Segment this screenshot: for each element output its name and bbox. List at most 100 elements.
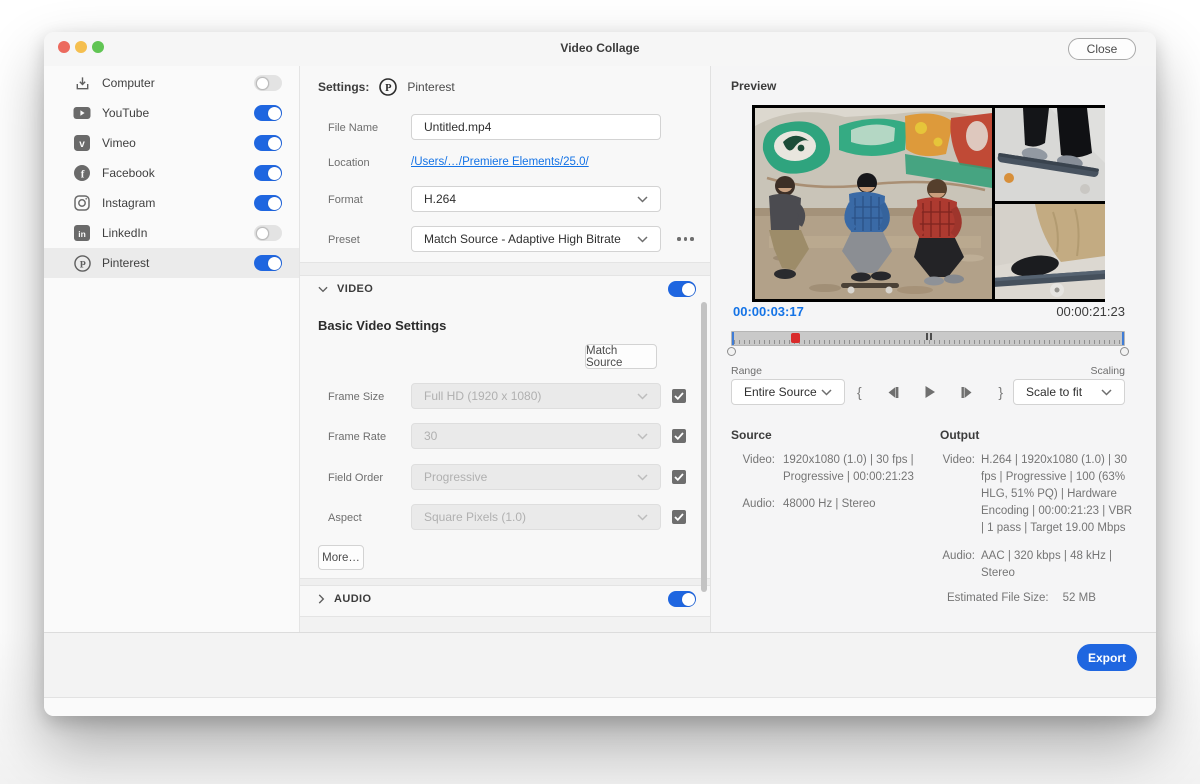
svg-text:v: v (79, 139, 85, 150)
frame-rate-select: 30 (411, 423, 661, 449)
step-back-button[interactable] (885, 386, 900, 399)
export-button[interactable]: Export (1077, 644, 1137, 671)
sidebar-item-pinterest[interactable]: P Pinterest (44, 248, 299, 278)
location-link[interactable]: /Users/…/Premiere Elements/25.0/ (411, 156, 589, 168)
output-video-label: Video: (940, 452, 975, 537)
frame-size-value: Full HD (1920 x 1080) (424, 389, 541, 403)
vimeo-toggle[interactable] (254, 135, 282, 151)
collage-cell-top-right (995, 108, 1105, 201)
scaling-select[interactable]: Scale to fit (1013, 379, 1125, 405)
step-forward-button[interactable] (960, 386, 975, 399)
video-section-header[interactable]: VIDEO (318, 276, 373, 302)
sidebar-item-label: Computer (102, 76, 155, 90)
preset-select[interactable]: Match Source - Adaptive High Bitrate (411, 226, 661, 252)
sidebar-item-instagram[interactable]: Instagram (44, 188, 299, 218)
sidebar-item-facebook[interactable]: f Facebook (44, 158, 299, 188)
output-audio-label: Audio: (940, 548, 975, 582)
settings-scrollbar[interactable] (701, 302, 707, 592)
preview-collage (752, 105, 1105, 302)
video-collage-window: Video Collage Close Computer YouTube (44, 32, 1156, 716)
linkedin-toggle[interactable] (254, 225, 282, 241)
instagram-icon (73, 194, 91, 212)
facebook-icon: f (73, 164, 91, 182)
scaling-label: Scaling (1091, 365, 1125, 377)
pinterest-toggle[interactable] (254, 255, 282, 271)
more-button[interactable]: More… (318, 545, 364, 570)
instagram-toggle[interactable] (254, 195, 282, 211)
preview-panel: Preview (711, 66, 1156, 632)
sidebar-item-youtube[interactable]: YouTube (44, 98, 299, 128)
aspect-checkbox[interactable] (672, 510, 686, 524)
source-heading: Source (731, 428, 772, 442)
range-handle-right[interactable] (1120, 347, 1129, 356)
close-button[interactable]: Close (1068, 38, 1136, 60)
source-info: Video: 1920x1080 (1.0) | 30 fps | Progre… (731, 452, 933, 486)
preview-heading: Preview (731, 79, 776, 93)
pinterest-icon: P (73, 254, 91, 272)
svg-text:P: P (79, 259, 85, 270)
window-bottom-strip (44, 697, 1156, 716)
sidebar-item-linkedin[interactable]: in LinkedIn (44, 218, 299, 248)
estimated-file-size-label: Estimated File Size: (947, 592, 1049, 604)
output-audio-info: Audio: AAC | 320 kbps | 48 kHz | Stereo (940, 548, 1137, 582)
mark-in-button[interactable]: { (857, 384, 862, 400)
frame-rate-value: 30 (424, 429, 437, 443)
scrubber[interactable] (731, 331, 1125, 346)
share-destination-sidebar: Computer YouTube v Vimeo f (44, 66, 300, 632)
location-label: Location (328, 157, 370, 169)
svg-text:P: P (385, 83, 392, 94)
sidebar-item-label: Vimeo (102, 136, 136, 150)
range-select[interactable]: Entire Source (731, 379, 845, 405)
aspect-value: Square Pixels (1.0) (424, 510, 526, 524)
facebook-toggle[interactable] (254, 165, 282, 181)
frame-size-checkbox[interactable] (672, 389, 686, 403)
youtube-toggle[interactable] (254, 105, 282, 121)
video-toggle[interactable] (668, 281, 696, 297)
section-separator (300, 578, 710, 586)
duration-time: 00:00:21:23 (1056, 304, 1125, 319)
sidebar-item-vimeo[interactable]: v Vimeo (44, 128, 299, 158)
chevron-down-icon (637, 236, 648, 243)
match-source-button[interactable]: Match Source (585, 344, 657, 369)
output-info: Video: H.264 | 1920x1080 (1.0) | 30 fps … (940, 452, 1137, 537)
format-label: Format (328, 194, 363, 206)
linkedin-icon: in (73, 224, 91, 242)
preset-more-options-button[interactable] (677, 237, 694, 241)
range-handle-left[interactable] (727, 347, 736, 356)
source-audio-info: Audio: 48000 Hz | Stereo (731, 496, 933, 513)
sidebar-item-label: Instagram (102, 196, 155, 210)
field-order-checkbox[interactable] (672, 470, 686, 484)
format-select[interactable]: H.264 (411, 186, 661, 212)
section-separator (300, 616, 710, 632)
scaling-value: Scale to fit (1026, 385, 1082, 399)
source-video-value: 1920x1080 (1.0) | 30 fps | Progressive |… (783, 452, 933, 486)
frame-rate-checkbox[interactable] (672, 429, 686, 443)
chevron-down-icon (637, 474, 648, 481)
estimated-file-size: Estimated File Size: 52 MB (947, 592, 1096, 604)
mark-out-button[interactable]: } (998, 384, 1003, 400)
current-time: 00:00:03:17 (733, 304, 804, 319)
source-audio-label: Audio: (731, 496, 775, 513)
settings-service-name: Pinterest (407, 80, 454, 94)
range-label: Range (731, 365, 762, 377)
play-button[interactable] (923, 385, 937, 399)
output-heading: Output (940, 428, 979, 442)
chevron-right-icon (318, 594, 325, 604)
sidebar-item-label: Pinterest (102, 256, 149, 270)
aspect-label: Aspect (328, 512, 362, 524)
titlebar: Video Collage Close (44, 32, 1156, 66)
sidebar-item-label: Facebook (102, 166, 155, 180)
format-value: H.264 (424, 192, 456, 206)
sidebar-item-computer[interactable]: Computer (44, 68, 299, 98)
scrubber-pause-marker (926, 333, 932, 340)
audio-toggle[interactable] (668, 591, 696, 607)
settings-header: Settings: (318, 80, 369, 94)
audio-section-header[interactable]: AUDIO (318, 586, 371, 612)
computer-toggle[interactable] (254, 75, 282, 91)
basic-video-settings-heading: Basic Video Settings (318, 318, 446, 333)
file-name-input[interactable] (411, 114, 661, 140)
source-audio-value: 48000 Hz | Stereo (783, 496, 933, 513)
video-section-label: VIDEO (337, 283, 373, 295)
scrubber-playhead[interactable] (791, 333, 800, 343)
chevron-down-icon (318, 286, 328, 293)
